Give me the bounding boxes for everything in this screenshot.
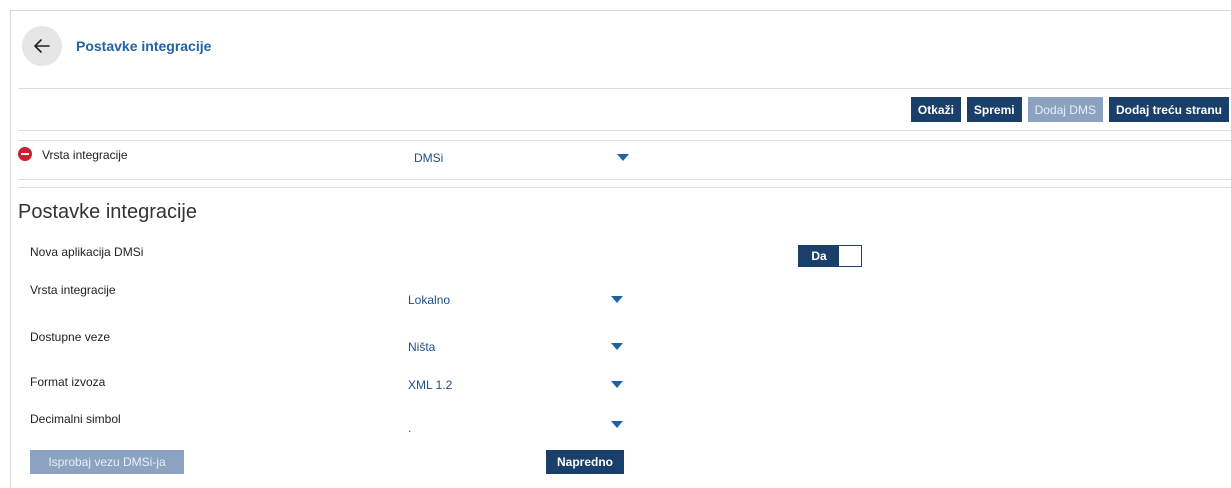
caret-down-icon bbox=[617, 154, 629, 161]
back-button[interactable] bbox=[22, 26, 62, 66]
decimal-symbol-label: Decimalni simbol bbox=[30, 412, 121, 426]
divider bbox=[18, 140, 1231, 141]
arrow-left-icon bbox=[34, 39, 50, 53]
toggle-off-area bbox=[839, 246, 861, 266]
caret-down-icon bbox=[611, 343, 623, 350]
test-connection-button[interactable]: Isprobaj vezu DMSi-ja bbox=[30, 450, 184, 474]
divider bbox=[18, 187, 1231, 188]
divider bbox=[18, 130, 1231, 131]
advanced-button[interactable]: Napredno bbox=[546, 450, 624, 474]
settings-integration-type-value: Lokalno bbox=[408, 293, 451, 307]
cancel-button[interactable]: Otkaži bbox=[910, 97, 961, 122]
settings-integration-type-label: Vrsta integracije bbox=[30, 283, 116, 297]
export-format-select[interactable]: XML 1.2 bbox=[408, 375, 623, 395]
available-connections-value: Ništa bbox=[408, 340, 436, 354]
divider bbox=[18, 179, 1231, 180]
add-third-party-button[interactable]: Dodaj treću stranu bbox=[1108, 97, 1229, 122]
new-app-toggle[interactable]: Da bbox=[798, 245, 862, 267]
export-format-label: Format izvoza bbox=[30, 375, 106, 389]
new-app-label: Nova aplikacija DMSi bbox=[30, 245, 144, 259]
decimal-symbol-value: . bbox=[408, 421, 412, 435]
available-connections-select[interactable]: Ništa bbox=[408, 337, 623, 357]
caret-down-icon bbox=[611, 381, 623, 388]
settings-integration-type-select[interactable]: Lokalno bbox=[408, 290, 623, 310]
toolbar: Otkaži Spremi Dodaj DMS Dodaj treću stra… bbox=[910, 97, 1229, 122]
integration-type-label: Vrsta integracije bbox=[42, 148, 128, 162]
caret-down-icon bbox=[611, 296, 623, 303]
integration-type-value: DMSi bbox=[414, 151, 444, 165]
integration-type-select[interactable]: DMSi bbox=[414, 148, 629, 168]
toggle-on-label: Da bbox=[799, 246, 839, 266]
page-title: Postavke integracije bbox=[76, 38, 212, 54]
remove-circle-icon[interactable] bbox=[18, 147, 32, 161]
save-button[interactable]: Spremi bbox=[966, 97, 1022, 122]
add-dms-button[interactable]: Dodaj DMS bbox=[1027, 97, 1103, 122]
section-title: Postavke integracije bbox=[18, 201, 197, 223]
caret-down-icon bbox=[611, 421, 623, 428]
decimal-symbol-select[interactable]: . bbox=[408, 415, 623, 435]
divider bbox=[18, 88, 1231, 89]
available-connections-label: Dostupne veze bbox=[30, 330, 111, 344]
export-format-value: XML 1.2 bbox=[408, 378, 453, 392]
